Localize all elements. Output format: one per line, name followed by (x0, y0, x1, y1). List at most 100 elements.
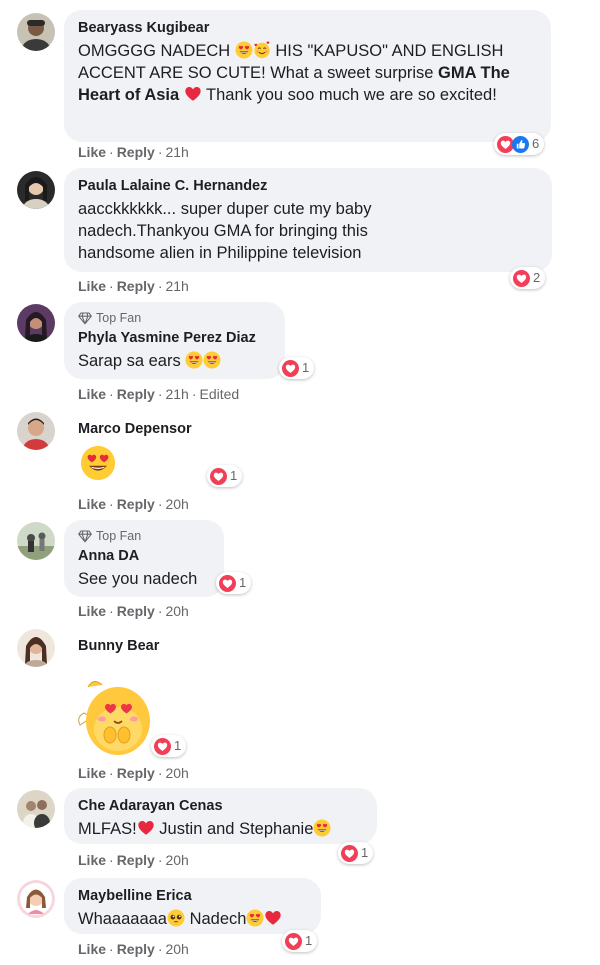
like-button[interactable]: Like (78, 941, 106, 957)
reaction-summary[interactable]: 1 (282, 930, 318, 952)
comment-actions: Like · Reply · 20h (78, 602, 189, 620)
heart-eyes-emoji-icon (80, 445, 116, 481)
comment-actions: Like · Reply · 21h (78, 143, 189, 161)
like-button[interactable]: Like (78, 603, 106, 619)
comment-item: Bearyass Kugibear OMGGGG NADECH HIS "KAP… (0, 0, 600, 170)
reply-button[interactable]: Reply (117, 496, 155, 512)
avatar[interactable] (17, 629, 55, 667)
separator-dot: · (109, 144, 114, 160)
comment-actions: Like · Reply · 20h (78, 495, 189, 513)
top-fan-badge: Top Fan (78, 528, 210, 544)
like-button[interactable]: Like (78, 765, 106, 781)
comment-timestamp[interactable]: 20h (165, 941, 188, 957)
edited-label[interactable]: Edited (200, 386, 240, 402)
comment-timestamp[interactable]: 20h (165, 765, 188, 781)
comment-author[interactable]: Bearyass Kugibear (78, 19, 537, 38)
comment-author[interactable]: Phyla Yasmine Perez Diaz (78, 329, 271, 348)
comment-author[interactable]: Maybelline Erica (78, 887, 307, 906)
comment-actions: Like · Reply · 21h · Edited (78, 385, 239, 403)
comment-text: Sarap sa ears (78, 350, 271, 372)
heart-eyes-emoji-icon (185, 351, 203, 369)
red-heart-emoji-icon (264, 909, 282, 927)
reaction-count: 1 (302, 360, 310, 375)
avatar[interactable] (17, 522, 55, 560)
comment-timestamp[interactable]: 20h (165, 603, 188, 619)
separator-dot: · (157, 852, 163, 868)
reply-button[interactable]: Reply (117, 941, 155, 957)
comment-timestamp[interactable]: 20h (165, 496, 188, 512)
like-reaction-icon (512, 136, 529, 153)
avatar[interactable] (17, 880, 55, 918)
comment-timestamp[interactable]: 21h (165, 386, 188, 402)
reaction-summary[interactable]: 1 (338, 842, 374, 864)
comment-bubble: Top Fan Phyla Yasmine Perez Diaz Sarap s… (64, 302, 285, 379)
comment-text-segment: Nadech (185, 910, 247, 928)
love-reaction-icon (513, 270, 530, 287)
avatar[interactable] (17, 790, 55, 828)
sticker-image[interactable] (76, 677, 160, 761)
comment-author[interactable]: Paula Lalaine C. Hernandez (78, 177, 538, 196)
separator-dot: · (109, 852, 114, 868)
reaction-summary[interactable]: 1 (279, 357, 315, 379)
comment-text: OMGGGG NADECH HIS "KAPUSO" AND ENGLISH A… (78, 40, 537, 106)
comment-bubble: Paula Lalaine C. Hernandez aacckkkkkk...… (64, 168, 552, 272)
reply-button[interactable]: Reply (117, 386, 155, 402)
comment-text-segment: Justin and Stephanie (154, 820, 314, 838)
comment-text-segment: Sarap sa ears (78, 352, 186, 370)
reaction-summary[interactable]: 2 (510, 267, 546, 289)
comment-timestamp[interactable]: 21h (165, 278, 188, 294)
comment-text: See you nadech (78, 570, 198, 588)
like-button[interactable]: Like (78, 852, 106, 868)
reply-button[interactable]: Reply (117, 765, 155, 781)
love-reaction-icon (282, 360, 299, 377)
comment-timestamp[interactable]: 20h (165, 852, 188, 868)
reaction-summary[interactable]: 1 (151, 735, 187, 757)
heart-eyes-emoji-icon (203, 351, 221, 369)
smiling-face-with-hearts-emoji-icon (253, 41, 271, 59)
reaction-summary[interactable]: 1 (207, 465, 243, 487)
like-button[interactable]: Like (78, 144, 106, 160)
comment-text: aacckkkkkk... super duper cute my baby n… (78, 200, 372, 262)
avatar[interactable] (17, 171, 55, 209)
reply-button[interactable]: Reply (117, 852, 155, 868)
separator-dot: · (157, 496, 163, 512)
separator-dot: · (109, 278, 114, 294)
separator-dot: · (157, 765, 163, 781)
reaction-summary[interactable]: 1 (216, 572, 252, 594)
comment-author[interactable]: Anna DA (78, 547, 210, 566)
separator-dot: · (109, 765, 114, 781)
like-button[interactable]: Like (78, 496, 106, 512)
reaction-count: 2 (533, 270, 541, 285)
reply-button[interactable]: Reply (117, 278, 155, 294)
separator-dot: · (157, 386, 163, 402)
heart-eyes-emoji-icon (246, 909, 264, 927)
reply-button[interactable]: Reply (117, 144, 155, 160)
comment-bubble: Bearyass Kugibear OMGGGG NADECH HIS "KAP… (64, 10, 551, 142)
comment-bubble: Che Adarayan Cenas MLFAS! Justin and Ste… (64, 788, 377, 844)
comment-timestamp[interactable]: 21h (165, 144, 188, 160)
heart-eyes-emoji-icon (313, 819, 331, 837)
comment-item: Marco Depensor 1 Like · Reply · 20h (0, 405, 600, 517)
comment-item: Paula Lalaine C. Hernandez aacckkkkkk...… (0, 168, 600, 295)
like-button[interactable]: Like (78, 386, 106, 402)
comment-text-segment: Thank you soo much we are so excited! (201, 86, 497, 104)
avatar[interactable] (17, 412, 55, 450)
avatar[interactable] (17, 13, 55, 51)
love-reaction-icon (154, 738, 171, 755)
comment-item: Maybelline Erica Whaaaaaaa Nadech 1 Like… (0, 875, 600, 965)
like-button[interactable]: Like (78, 278, 106, 294)
comment-author[interactable]: Bunny Bear (78, 637, 159, 656)
comment-item: Top Fan Phyla Yasmine Perez Diaz Sarap s… (0, 295, 600, 405)
avatar[interactable] (17, 304, 55, 342)
love-reaction-icon (285, 933, 302, 950)
love-reaction-icon (219, 575, 236, 592)
reaction-count: 1 (361, 845, 369, 860)
love-reaction-icon (210, 468, 227, 485)
reply-button[interactable]: Reply (117, 603, 155, 619)
reaction-count: 1 (230, 468, 238, 483)
reaction-count: 1 (305, 933, 313, 948)
comment-author[interactable]: Che Adarayan Cenas (78, 797, 363, 816)
pleading-face-emoji-icon (167, 909, 185, 927)
reaction-summary[interactable]: 6 (494, 133, 545, 155)
comment-author[interactable]: Marco Depensor (78, 420, 192, 439)
